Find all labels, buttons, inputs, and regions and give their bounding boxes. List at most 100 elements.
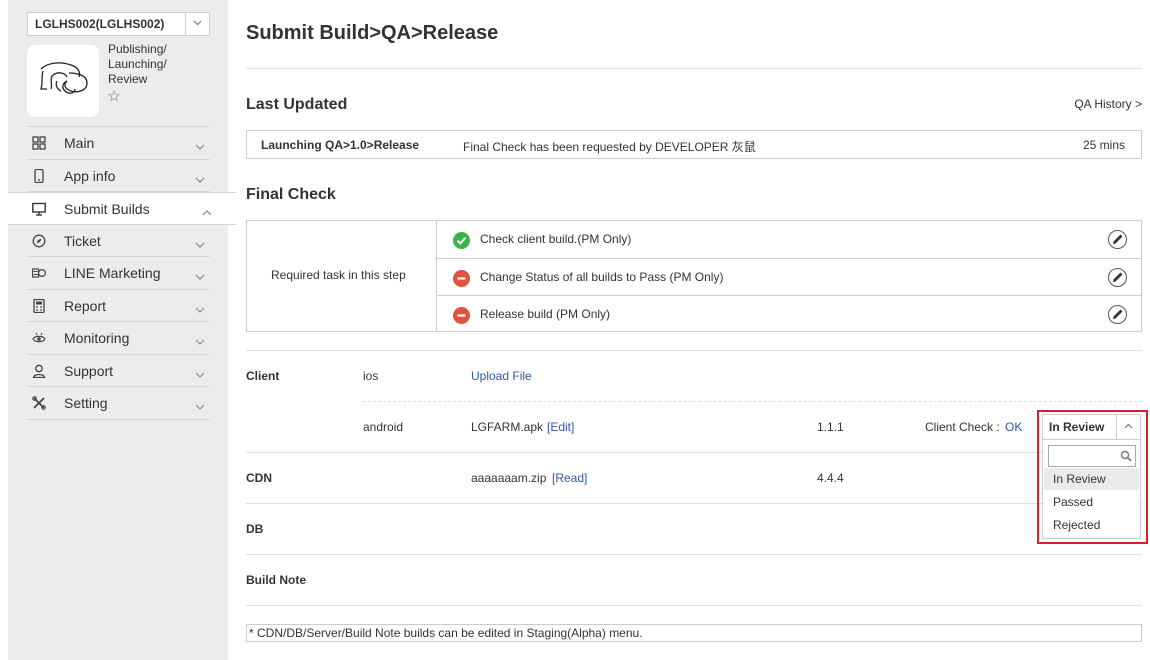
divider [246,503,1142,504]
divider [246,554,1142,555]
search-icon [1120,450,1132,462]
sidebar-item-submit-builds[interactable]: Submit Builds [8,192,236,225]
android-version: 1.1.1 [817,420,844,434]
required-task-cell: Required task in this step [247,221,437,331]
chevron-down-icon [195,139,205,153]
check-done-icon [453,232,470,249]
sidebar-item-label: App info [64,167,116,184]
app-stage-line: Review [108,72,148,86]
sidebar-item-label: Ticket [64,232,101,249]
sidebar-item-label: Setting [64,395,108,411]
edit-link[interactable]: [Edit] [547,420,574,434]
app-stage: Publishing/ Launching/ Review [108,42,188,87]
sidebar-item-label: Monitoring [64,330,130,346]
sidebar-item-app-info[interactable]: App info [27,160,210,192]
chevron-down-icon [195,237,205,251]
status-option[interactable]: Passed [1044,491,1139,513]
upload-file-link[interactable]: Upload File [471,369,532,383]
tools-icon [32,396,46,410]
app-stage-line: Launching/ [108,57,167,71]
last-updated-time: 25 mins [1082,138,1125,152]
star-icon[interactable] [107,89,121,105]
edit-pencil-icon[interactable] [1108,305,1127,324]
task-text: Check client build.(PM Only) [480,232,632,246]
android-file: LGFARM.apk [471,420,544,434]
sidebar: LGLHS002(LGLHS002) Publishing/ Launching… [8,0,236,660]
project-select-value: LGLHS002(LGLHS002) [35,17,165,31]
sidebar-item-label: LINE Marketing [64,265,161,281]
sidebar-item-main[interactable]: Main [27,127,210,160]
divider [246,605,1142,606]
main-content: Submit Build>QA>Release Last Updated QA … [246,0,1142,660]
app-stage-line: Publishing/ [108,42,167,56]
cdn-version: 4.4.4 [817,471,844,485]
dropdown-search-input[interactable] [1048,445,1136,467]
ios-platform: ios [363,369,379,383]
final-check-heading: Final Check [246,186,336,203]
chevron-down-icon [195,399,205,413]
footnote: * CDN/DB/Server/Build Note builds can be… [246,624,1142,642]
client-check-ok-link[interactable]: OK [1005,420,1022,434]
eye-icon [32,331,46,345]
status-select-value: In Review [1049,420,1105,434]
divider [246,350,1142,351]
sidebar-item-monitoring[interactable]: Monitoring [27,322,210,355]
client-label: Client [246,369,280,383]
person-icon [32,364,46,378]
calculator-icon [32,298,46,313]
status-option[interactable]: Rejected [1044,514,1139,536]
chevron-up-icon [202,205,212,219]
edit-pencil-icon[interactable] [1108,268,1127,287]
final-check-box: Required task in this step Check client … [246,220,1142,332]
build-note-label: Build Note [246,573,306,587]
android-platform: android [363,420,404,434]
project-select[interactable]: LGLHS002(LGLHS002) [27,12,210,36]
status-option[interactable]: In Review [1044,468,1139,490]
task-text: Change Status of all builds to Pass (PM … [480,270,724,284]
last-updated-step: Launching QA>1.0>Release [261,138,420,152]
cdn-label: CDN [246,471,272,485]
app-sketch-icon [40,62,88,94]
sidebar-item-support[interactable]: Support [27,355,210,387]
page-title: Submit Build>QA>Release [246,22,499,44]
compass-icon [32,234,46,248]
chevron-down-icon[interactable] [185,13,209,35]
sidebar-item-label: Main [64,135,95,151]
db-label: DB [246,522,264,536]
coins-icon [31,266,47,280]
chevron-up-icon[interactable] [1116,415,1140,439]
divider [246,68,1142,69]
chevron-down-icon [195,334,205,348]
last-updated-message: Final Check has been requested by DEVELO… [463,140,756,154]
sidebar-item-label: Submit Builds [64,201,150,217]
status-dropdown-list: In Review Passed Rejected [1042,440,1141,539]
sidebar-item-setting[interactable]: Setting [27,387,210,420]
read-link[interactable]: [Read] [552,471,587,485]
grid-icon [32,136,46,150]
blocked-minus-icon [453,270,470,287]
task-row: Check client build.(PM Only) [437,221,1141,258]
task-row: Change Status of all builds to Pass (PM … [437,258,1141,295]
chevron-down-icon [195,269,205,283]
cdn-file: aaaaaaam.zip [471,471,547,485]
status-select[interactable]: In Review [1042,414,1141,440]
sidebar-item-ticket[interactable]: Ticket [27,225,210,257]
sidebar-item-line-marketing[interactable]: LINE Marketing [27,257,210,290]
client-check-label: Client Check : [925,420,1000,434]
last-updated-heading: Last Updated [246,96,348,113]
dashed-divider [363,401,1142,402]
sidebar-item-label: Support [64,362,114,379]
divider [246,452,1142,453]
sidebar-item-label: Report [64,297,107,314]
chevron-down-icon [195,172,205,186]
monitor-icon [32,202,46,216]
sidebar-nav: Main App info Submit Builds Ticket LINE … [8,126,236,420]
chevron-down-icon [195,302,205,316]
task-text: Release build (PM Only) [480,307,611,321]
task-row: Release build (PM Only) [437,295,1141,332]
blocked-minus-icon [453,307,470,324]
last-updated-box: Launching QA>1.0>Release Final Check has… [246,130,1142,159]
qa-history-link[interactable]: QA History > [1074,97,1142,111]
edit-pencil-icon[interactable] [1108,230,1127,249]
sidebar-item-report[interactable]: Report [27,290,210,322]
